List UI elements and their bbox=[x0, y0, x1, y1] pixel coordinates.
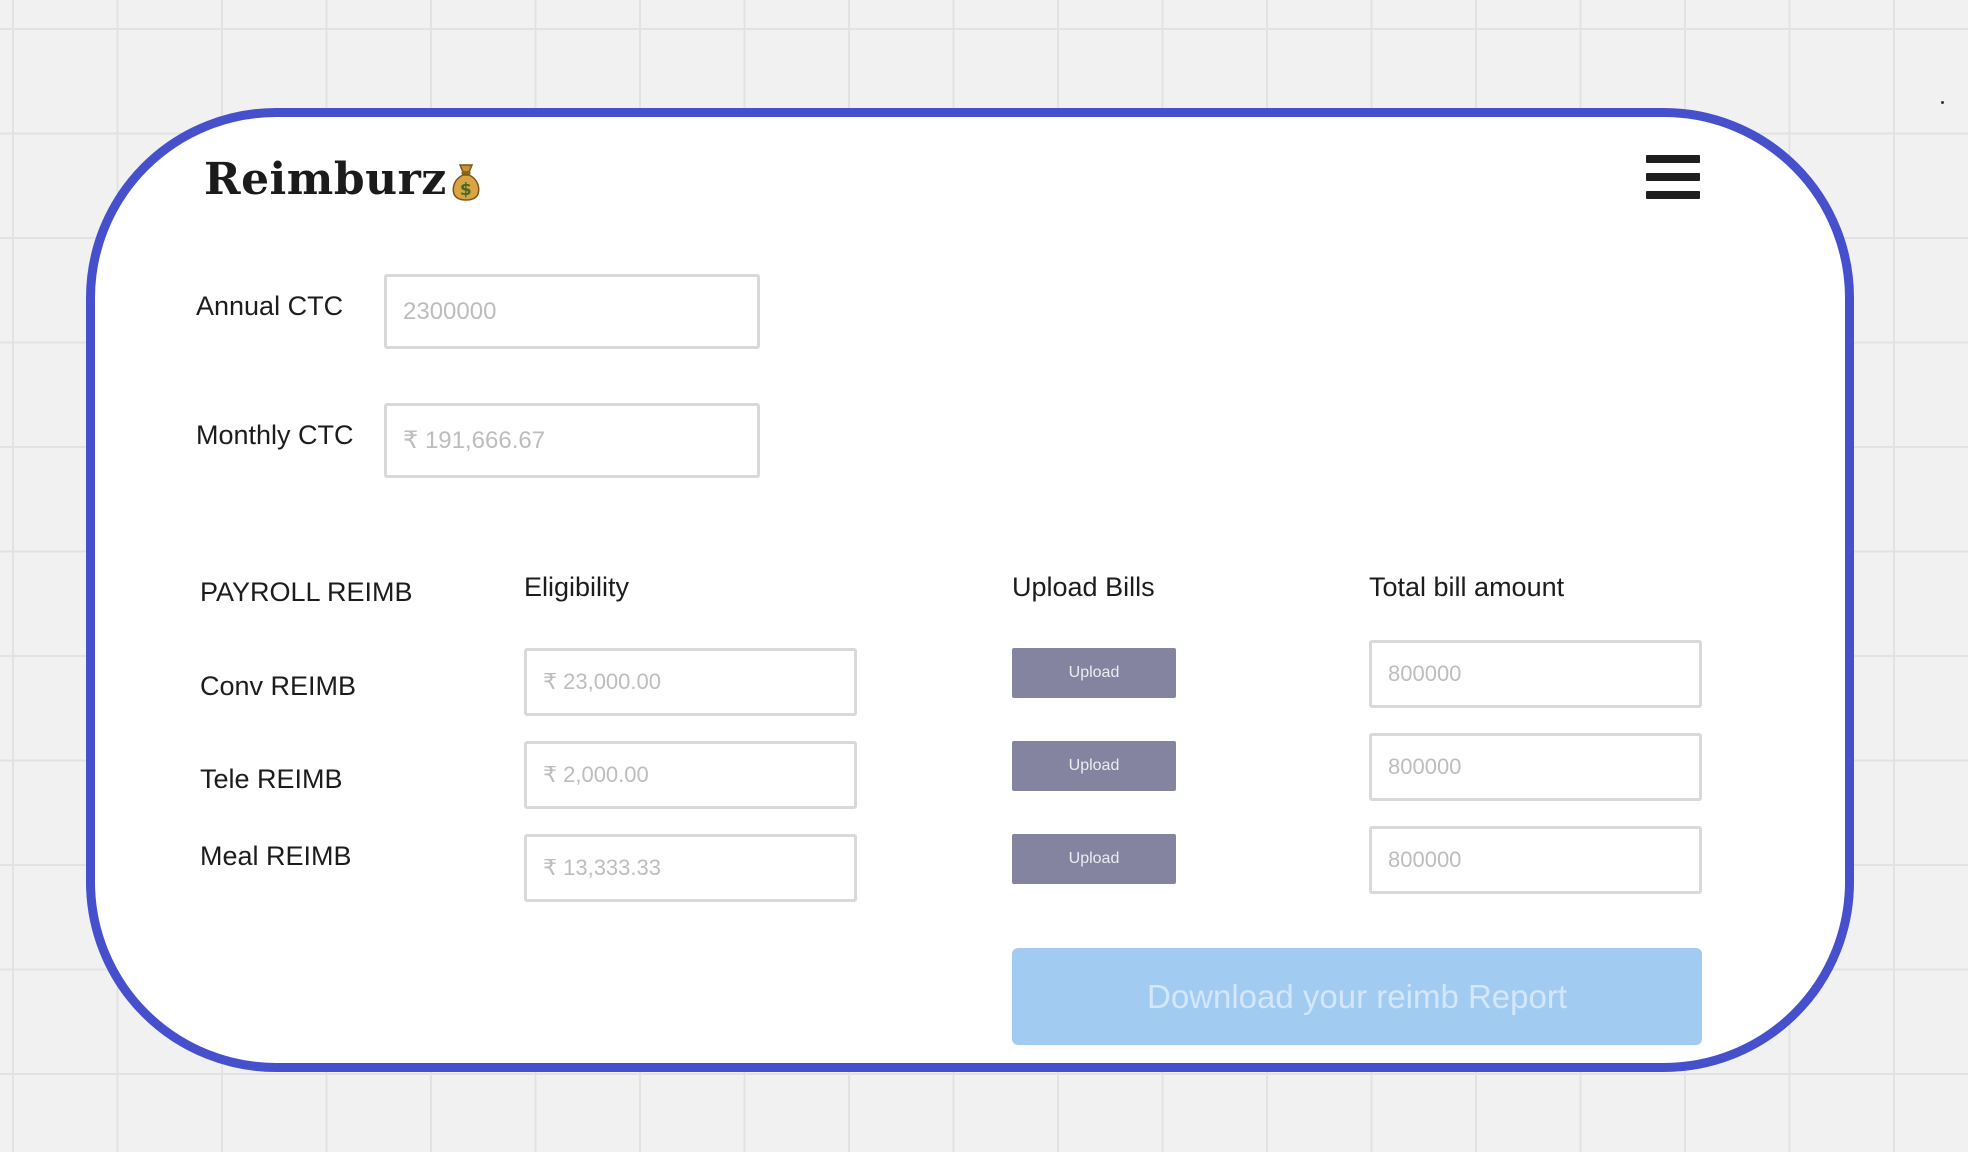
menu-bar bbox=[1646, 191, 1700, 199]
conv-total-bill-input[interactable]: 800000 bbox=[1369, 640, 1702, 708]
money-bag-icon: $ bbox=[451, 161, 481, 201]
app-logo: Reimburz $ bbox=[204, 154, 481, 205]
meal-total-bill-input[interactable]: 800000 bbox=[1369, 826, 1702, 894]
payroll-reimb-header: PAYROLL REIMB bbox=[200, 577, 413, 607]
meal-upload-button[interactable]: Upload bbox=[1012, 834, 1176, 884]
app-logo-text: Reimburz bbox=[204, 154, 447, 205]
eligibility-header: Eligibility bbox=[524, 572, 630, 602]
tele-reimb-label: Tele REIMB bbox=[200, 764, 343, 794]
menu-bar bbox=[1646, 155, 1700, 163]
conv-upload-button[interactable]: Upload bbox=[1012, 648, 1176, 698]
tele-upload-button[interactable]: Upload bbox=[1012, 741, 1176, 791]
canvas-dot bbox=[1941, 101, 1944, 104]
upload-bills-header: Upload Bills bbox=[1012, 572, 1155, 602]
annual-ctc-label: Annual CTC bbox=[196, 291, 344, 321]
hamburger-menu-icon[interactable] bbox=[1646, 153, 1700, 201]
meal-reimb-label: Meal REIMB bbox=[200, 841, 352, 871]
menu-bar bbox=[1646, 173, 1700, 181]
tele-total-bill-input[interactable]: 800000 bbox=[1369, 733, 1702, 801]
meal-eligibility-field[interactable]: ₹ 13,333.33 bbox=[524, 834, 857, 902]
conv-eligibility-field[interactable]: ₹ 23,000.00 bbox=[524, 648, 857, 716]
conv-reimb-label: Conv REIMB bbox=[200, 671, 357, 701]
download-report-button[interactable]: Download your reimb Report bbox=[1012, 948, 1702, 1045]
tele-eligibility-field[interactable]: ₹ 2,000.00 bbox=[524, 741, 857, 809]
annual-ctc-input[interactable]: 2300000 bbox=[384, 274, 760, 349]
total-bill-amount-header: Total bill amount bbox=[1369, 572, 1565, 602]
monthly-ctc-input[interactable]: ₹ 191,666.67 bbox=[384, 403, 760, 478]
svg-text:$: $ bbox=[460, 180, 472, 200]
monthly-ctc-label: Monthly CTC bbox=[196, 420, 354, 450]
